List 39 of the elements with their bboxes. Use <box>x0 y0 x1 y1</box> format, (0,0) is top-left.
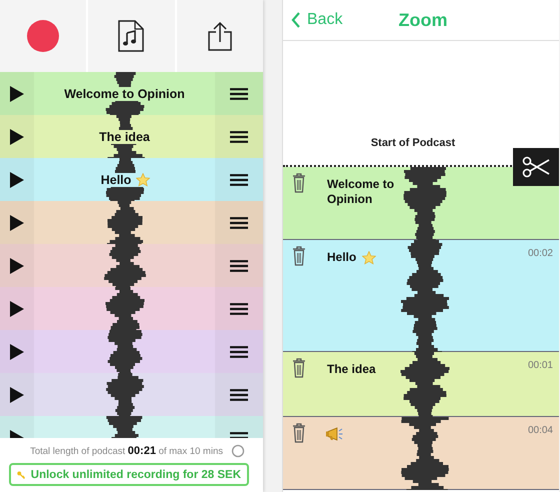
star-icon <box>136 172 150 186</box>
scissors-button[interactable] <box>513 148 559 186</box>
clip-title: Welcome to Opinion <box>63 86 186 100</box>
clip-row[interactable] <box>0 244 263 287</box>
total-length-text: Total length of podcast 00:21 of max 10 mins <box>30 445 223 457</box>
trash-icon[interactable] <box>292 423 306 443</box>
clip-row[interactable] <box>0 287 263 330</box>
scissors-icon <box>522 156 550 178</box>
clip-row[interactable]: Hello <box>0 158 263 201</box>
trash-icon[interactable] <box>292 173 306 193</box>
record-button[interactable] <box>0 0 86 72</box>
waveform-drawing <box>103 244 147 287</box>
clip-row[interactable]: The idea <box>0 115 263 158</box>
trash-icon[interactable] <box>292 246 306 266</box>
start-label: Start of Podcast <box>370 137 456 149</box>
share-icon <box>208 21 232 51</box>
clip-row[interactable]: Welcome to Opinion <box>0 72 263 115</box>
clip-title: Hello <box>326 250 358 265</box>
clip-row[interactable] <box>0 373 263 416</box>
music-file-button[interactable] <box>88 0 175 72</box>
waveform-drawing <box>103 287 147 330</box>
megaphone-icon <box>325 427 343 441</box>
music-file-icon <box>118 20 144 52</box>
screen-title: Zoom <box>398 10 448 30</box>
record-icon <box>26 19 60 53</box>
key-icon <box>17 468 25 480</box>
star-icon <box>362 250 376 264</box>
clip-row[interactable] <box>0 201 263 244</box>
clip-title: The idea <box>98 130 151 144</box>
clip-title: Welcome to Opinion <box>326 177 396 207</box>
duration-text: 00:01 <box>528 360 553 371</box>
chevron-left-icon <box>291 12 301 28</box>
circle-icon <box>231 444 245 458</box>
trash-icon[interactable] <box>292 358 306 378</box>
clip-title: The idea <box>326 362 377 377</box>
clip-title: Hello <box>100 172 132 186</box>
duration-text: 00:04 <box>528 425 553 436</box>
duration-text: 00:02 <box>528 248 553 259</box>
clip-row[interactable] <box>0 330 263 373</box>
